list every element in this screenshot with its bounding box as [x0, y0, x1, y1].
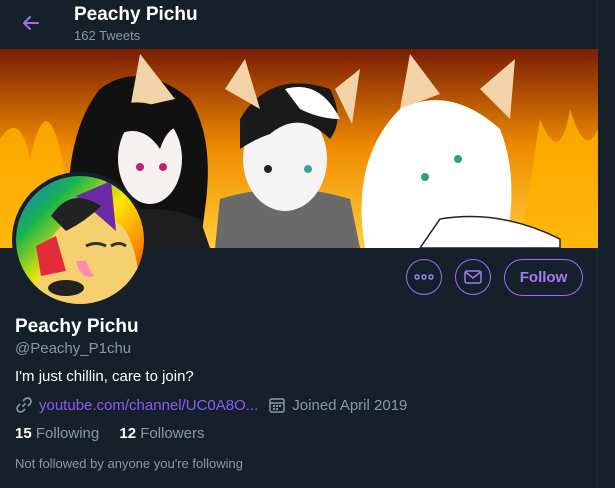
- calendar-icon: [269, 398, 286, 413]
- mail-icon: [464, 270, 482, 284]
- profile-link[interactable]: youtube.com/channel/UC0A8O...: [39, 397, 258, 414]
- profile-bio: I'm just chillin, care to join?: [15, 368, 194, 385]
- profile-avatar[interactable]: [12, 172, 148, 308]
- following-count: 15: [15, 425, 32, 442]
- profile-meta: youtube.com/channel/UC0A8O... Joined Apr…: [15, 396, 407, 414]
- follow-button[interactable]: Follow: [504, 259, 583, 296]
- header-title: Peachy Pichu: [74, 4, 198, 25]
- scrollbar[interactable]: [597, 0, 615, 488]
- followers-label: Followers: [140, 425, 205, 442]
- tweet-count: 162 Tweets: [74, 28, 141, 43]
- profile-handle: @Peachy_P1chu: [15, 340, 132, 357]
- mutual-followers-note: Not followed by anyone you're following: [15, 456, 243, 471]
- link-icon: [16, 397, 32, 413]
- message-button[interactable]: [455, 259, 491, 295]
- profile-name: Peachy Pichu: [15, 316, 139, 337]
- more-icon: [414, 274, 434, 280]
- followers-count: 12: [119, 425, 137, 442]
- following-label: Following: [35, 425, 100, 442]
- profile-header: Peachy Pichu 162 Tweets: [0, 0, 598, 48]
- avatar-image: [16, 176, 144, 304]
- back-button[interactable]: [14, 8, 48, 38]
- joined-date: Joined April 2019: [292, 396, 408, 414]
- follow-counts: 15 Following 12 Followers: [15, 425, 204, 442]
- followers-link[interactable]: 12 Followers: [119, 425, 204, 442]
- more-button[interactable]: [406, 259, 442, 295]
- following-link[interactable]: 15 Following: [15, 425, 103, 442]
- arrow-left-icon: [23, 16, 39, 30]
